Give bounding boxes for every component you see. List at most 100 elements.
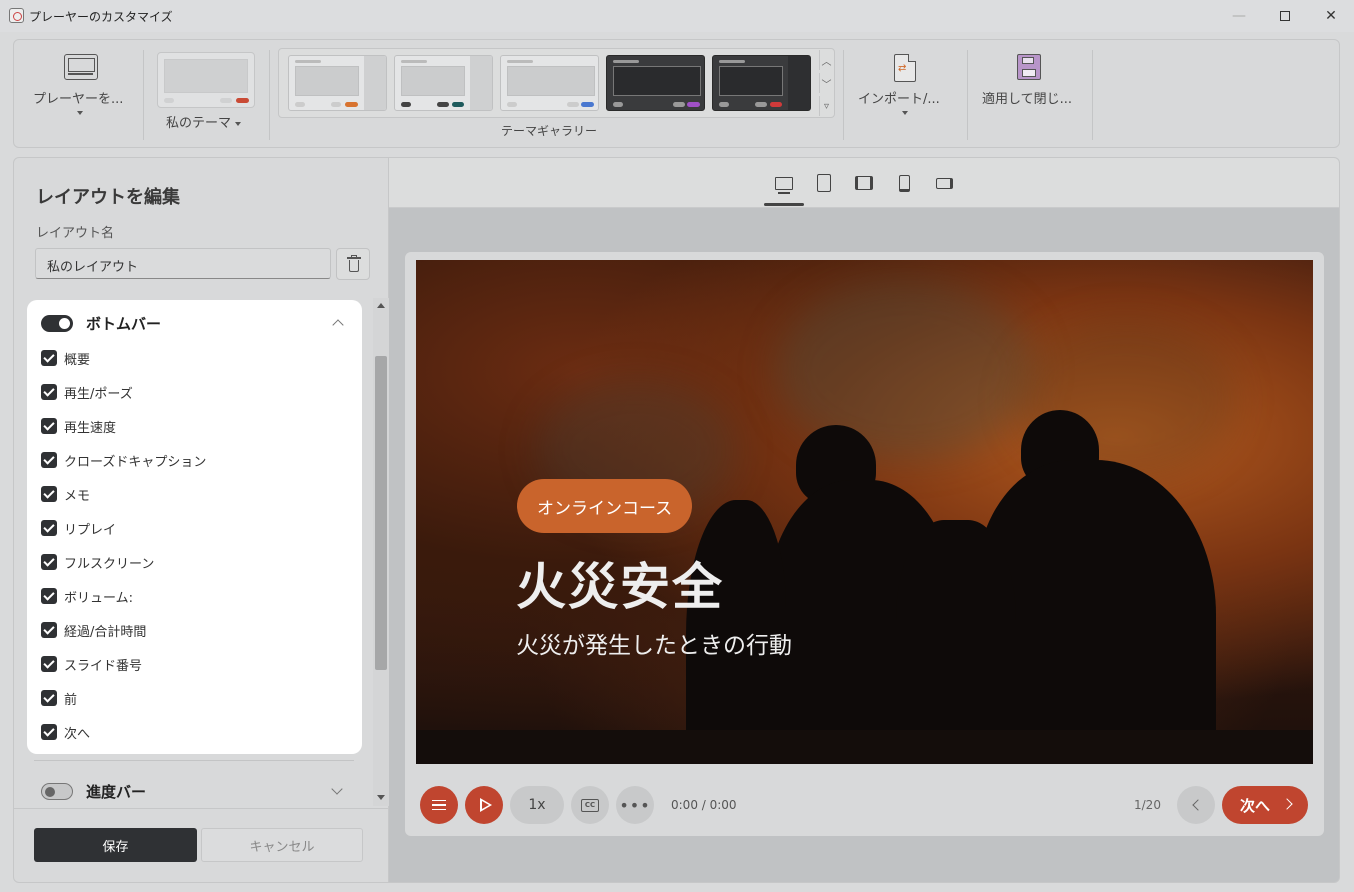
window-title: プレーヤーのカスタマイズ	[29, 10, 173, 24]
chevron-left-icon	[1192, 799, 1204, 811]
desktop-view-button[interactable]	[772, 172, 796, 194]
phone-icon	[898, 174, 910, 192]
outline-button[interactable]	[420, 786, 458, 824]
checkbox-row[interactable]: 前	[41, 688, 77, 708]
checkbox[interactable]	[41, 554, 57, 570]
time-display: 0:00 / 0:00	[671, 798, 737, 812]
my-theme-label: 私のテーマ	[166, 112, 242, 131]
checkbox-row[interactable]: リプレイ	[41, 518, 116, 538]
checkbox-row[interactable]: 概要	[41, 348, 90, 368]
panel-title: レイアウトを編集	[36, 187, 180, 208]
theme-thumbnail[interactable]	[394, 55, 493, 111]
device-preview-bar	[389, 158, 1339, 208]
import-export-icon: ⇄	[894, 54, 916, 82]
phone-portrait-view-button[interactable]	[892, 172, 916, 194]
checkbox-row[interactable]: スライド番号	[41, 654, 142, 674]
panel-scrollbar[interactable]	[373, 298, 389, 806]
import-export-label: インポート/...	[858, 92, 940, 107]
checkbox[interactable]	[41, 418, 57, 434]
list-icon	[432, 800, 446, 810]
import-export-button[interactable]: ⇄ インポート/...	[844, 40, 966, 147]
slide-title: 火災安全	[516, 558, 724, 616]
scrollbar-thumb[interactable]	[375, 356, 387, 670]
tablet-landscape-icon	[855, 176, 873, 190]
apply-and-close-button[interactable]: 適用して閉じ...	[968, 40, 1092, 147]
my-theme-button[interactable]: 私のテーマ	[144, 40, 268, 147]
course-tag: オンラインコース	[517, 479, 693, 533]
checkbox-row[interactable]: 再生/ポーズ	[41, 382, 133, 402]
more-options-button[interactable]: •••	[616, 786, 654, 824]
collapse-section-icon[interactable]	[332, 319, 344, 331]
checkbox[interactable]	[41, 486, 57, 502]
scroll-up-icon[interactable]	[377, 303, 385, 308]
checkbox[interactable]	[41, 452, 57, 468]
checkbox[interactable]	[41, 622, 57, 638]
scroll-down-icon[interactable]	[377, 795, 385, 800]
maximize-button[interactable]	[1262, 0, 1308, 32]
progress-bar-toggle[interactable]	[41, 783, 73, 800]
slide-subtitle: 火災が発生したときの行動	[516, 633, 792, 659]
save-disk-icon	[1017, 54, 1041, 80]
expand-section-icon[interactable]	[331, 783, 343, 795]
layout-editor-panel: レイアウトを編集 レイアウト名 私のレイアウト ボトムバー 概要 再生/ポーズ …	[13, 157, 389, 883]
gallery-scroll-down-button[interactable]: ﹀	[819, 73, 833, 93]
slide-number: 1/20	[1134, 798, 1161, 812]
playback-speed-button[interactable]: 1x	[510, 786, 564, 824]
play-icon	[479, 798, 492, 812]
checkbox[interactable]	[41, 724, 57, 740]
checkbox-row[interactable]: 次へ	[41, 722, 90, 742]
more-icon: •••	[619, 795, 651, 815]
gallery-scroll-up-button[interactable]: ︿	[819, 50, 833, 70]
tablet-portrait-view-button[interactable]	[812, 172, 836, 194]
checkbox[interactable]	[41, 520, 57, 536]
phone-landscape-icon	[935, 177, 953, 189]
checkbox-row[interactable]: 再生速度	[41, 416, 116, 436]
checkbox-row[interactable]: 経過/合計時間	[41, 620, 146, 640]
player-icon	[64, 54, 98, 80]
title-bar: プレーヤーのカスタマイズ — ✕	[0, 0, 1354, 32]
save-button[interactable]: 保存	[34, 828, 197, 862]
play-button[interactable]	[465, 786, 503, 824]
layout-name-input[interactable]: 私のレイアウト	[35, 248, 331, 279]
theme-gallery-label: テーマギャラリー	[501, 124, 598, 138]
minimize-button[interactable]: —	[1216, 0, 1262, 32]
gallery-expand-button[interactable]: ▿	[819, 96, 833, 116]
close-button[interactable]: ✕	[1308, 0, 1354, 32]
slide-canvas: オンラインコース 火災安全 火災が発生したときの行動	[416, 260, 1313, 764]
player-menu-label: プレーヤーを...	[33, 92, 124, 107]
checkbox-row[interactable]: クローズドキャプション	[41, 450, 206, 470]
checkbox[interactable]	[41, 384, 57, 400]
tablet-icon	[817, 174, 831, 192]
app-icon	[9, 8, 24, 23]
theme-thumbnail[interactable]	[500, 55, 599, 111]
previous-button[interactable]	[1177, 786, 1215, 824]
chevron-right-icon	[1281, 798, 1293, 810]
apply-and-close-label: 適用して閉じ...	[982, 92, 1073, 107]
cc-icon: CC	[581, 798, 599, 812]
closed-caption-button[interactable]: CC	[571, 786, 609, 824]
my-theme-thumbnail	[157, 52, 255, 108]
checkbox[interactable]	[41, 588, 57, 604]
theme-thumbnail[interactable]	[712, 55, 811, 111]
checkbox[interactable]	[41, 690, 57, 706]
preview-panel: オンラインコース 火災安全 火災が発生したときの行動 1x CC ••• 0:0…	[389, 157, 1340, 883]
bottom-bar-section: ボトムバー 概要 再生/ポーズ 再生速度 クローズドキャプション メモ リプレイ…	[27, 300, 362, 754]
bottom-bar-toggle[interactable]	[41, 315, 73, 332]
checkbox-row[interactable]: ボリューム:	[41, 586, 133, 606]
phone-landscape-view-button[interactable]	[932, 172, 956, 194]
bottom-bar-title: ボトムバー	[86, 315, 162, 333]
next-button[interactable]: 次へ	[1222, 786, 1308, 824]
player-menu-button[interactable]: プレーヤーを...	[14, 40, 142, 147]
theme-thumbnail[interactable]	[288, 55, 387, 111]
theme-thumbnail[interactable]	[606, 55, 705, 111]
tablet-landscape-view-button[interactable]	[852, 172, 876, 194]
checkbox-row[interactable]: フルスクリーン	[41, 552, 154, 572]
theme-gallery: ︿ ﹀ ▿	[278, 48, 835, 118]
checkbox-row[interactable]: メモ	[41, 484, 90, 504]
delete-layout-button[interactable]	[336, 248, 370, 280]
checkbox[interactable]	[41, 350, 57, 366]
checkbox[interactable]	[41, 656, 57, 672]
cancel-button[interactable]: キャンセル	[201, 828, 363, 862]
player-bottom-bar: 1x CC ••• 0:00 / 0:00 1/20 次へ	[405, 772, 1324, 836]
maximize-icon	[1280, 11, 1290, 21]
